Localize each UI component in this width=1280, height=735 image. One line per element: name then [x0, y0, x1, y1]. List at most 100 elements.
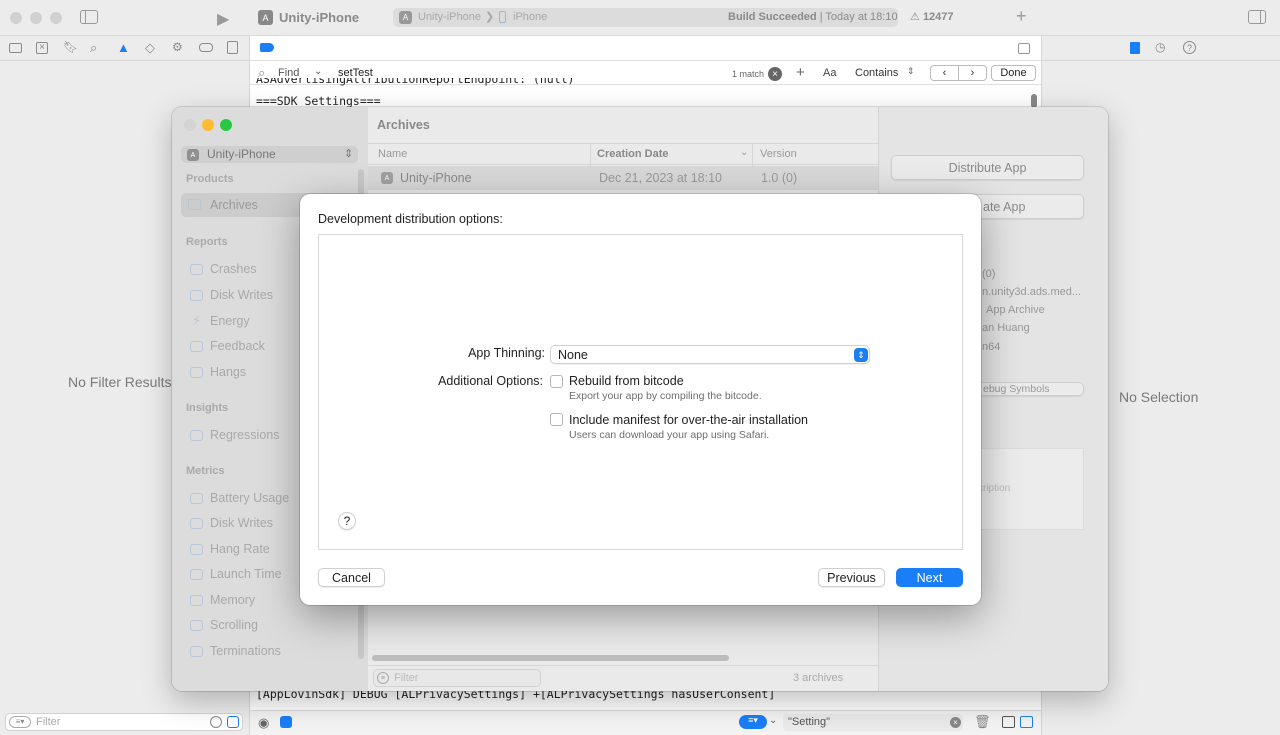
rebuild-bitcode-desc: Export your app by compiling the bitcode…: [569, 390, 762, 402]
sidebar-item-terminations[interactable]: Terminations: [210, 644, 281, 658]
sidebar-item-hang-rate[interactable]: Hang Rate: [210, 542, 270, 556]
description-field[interactable]: cription: [977, 448, 1084, 530]
split-right-icon[interactable]: [1020, 716, 1033, 728]
column-creation-date[interactable]: Creation Date: [597, 148, 669, 160]
list-horizontal-scrollbar[interactable]: [372, 655, 729, 661]
trash-icon[interactable]: 🗑︎: [974, 714, 991, 730]
scheme-name[interactable]: Unity-iPhone: [418, 11, 481, 23]
sort-descending-icon[interactable]: ⌄: [740, 147, 748, 158]
energy-icon: ⚡︎: [192, 313, 202, 328]
scheme-selector[interactable]: A Unity-iPhone ⇕: [181, 146, 358, 163]
organizer-close-light[interactable]: [184, 119, 196, 131]
sidebar-item-feedback[interactable]: Feedback: [210, 339, 265, 353]
detail-arch: n64: [982, 341, 1001, 353]
sidebar-item-hangs[interactable]: Hangs: [210, 365, 246, 379]
console-filter-icon[interactable]: ≡▾: [739, 715, 767, 729]
close-light-inactive[interactable]: [10, 12, 22, 24]
previous-button[interactable]: Previous: [818, 568, 885, 587]
next-button[interactable]: Next: [896, 568, 963, 587]
zoom-light-inactive[interactable]: [50, 12, 62, 24]
add-pattern-icon[interactable]: +: [796, 64, 805, 81]
issue-warning-icon[interactable]: ▲: [117, 40, 131, 55]
find-previous-icon[interactable]: ‹: [930, 65, 959, 81]
build-status-bold: Build Succeeded: [728, 11, 817, 23]
eye-icon[interactable]: ◉: [258, 715, 269, 731]
contains-selector[interactable]: Contains: [855, 67, 898, 79]
breakpoint-icon[interactable]: [199, 43, 213, 52]
sidebar-toggle-icon[interactable]: [80, 10, 98, 24]
source-control-icon[interactable]: ×: [36, 42, 48, 54]
archives-filter[interactable]: ≡ Filter: [373, 669, 541, 687]
scheme-selector-chevron-icon: ⇕: [344, 148, 354, 160]
clear-search-icon[interactable]: ×: [768, 67, 782, 81]
app-thinning-select[interactable]: None ⇕: [550, 345, 870, 364]
console-filter-chevron-icon[interactable]: ⌄: [769, 715, 781, 729]
quick-help-icon[interactable]: ?: [1183, 41, 1196, 54]
table-row[interactable]: A Unity-iPhone Dec 21, 2023 at 18:10 1.0…: [368, 166, 878, 190]
split-left-icon[interactable]: [1002, 716, 1015, 728]
xcode-app-icon: A: [258, 10, 273, 25]
column-version[interactable]: Version: [760, 148, 797, 160]
description-placeholder: cription: [978, 483, 1011, 494]
recent-filter-icon[interactable]: [210, 716, 222, 728]
organizer-minimize-light[interactable]: [202, 119, 214, 131]
run-icon[interactable]: ▶: [217, 9, 229, 29]
archive-box-icon: [188, 199, 201, 210]
console-filter-value[interactable]: "Setting": [788, 716, 830, 728]
variables-toggle-icon[interactable]: [280, 716, 292, 728]
build-status: Build Succeeded | Today at 18:10: [728, 11, 898, 23]
console-clear-filter-icon[interactable]: ×: [950, 717, 961, 728]
cancel-button[interactable]: Cancel: [318, 568, 385, 587]
sidebar-item-battery-usage[interactable]: Battery Usage: [210, 491, 289, 505]
organizer-zoom-light[interactable]: [220, 119, 232, 131]
filter-options-icon[interactable]: ≡▾: [9, 716, 31, 728]
search-icon[interactable]: ⌕: [90, 40, 104, 55]
navigator-filter[interactable]: ≡▾ Filter: [5, 713, 243, 731]
sidebar-item-energy[interactable]: Energy: [210, 314, 250, 328]
console-scrollbar[interactable]: [1031, 94, 1037, 108]
column-name[interactable]: Name: [378, 148, 407, 160]
rebuild-bitcode-title[interactable]: Rebuild from bitcode: [569, 374, 684, 388]
add-tab-icon[interactable]: +: [1016, 6, 1027, 27]
dialog-heading: Development distribution options:: [318, 212, 503, 226]
bookmark-icon[interactable]: 🔖︎: [63, 40, 78, 54]
warning-count[interactable]: ⚠ 12477: [910, 10, 954, 23]
folder-icon[interactable]: [9, 43, 22, 53]
find-next-icon[interactable]: ›: [958, 65, 987, 81]
include-manifest-checkbox[interactable]: [550, 413, 563, 426]
find-done-button[interactable]: Done: [991, 65, 1036, 81]
contains-chevron-icon[interactable]: ⇕: [907, 66, 915, 77]
console-line-partial-text: ASAdvertisingAttributionReportEndpoint: …: [256, 78, 575, 86]
report-icon[interactable]: [227, 41, 238, 54]
help-button[interactable]: ?: [338, 512, 356, 530]
file-inspector-icon[interactable]: [1130, 42, 1140, 54]
include-manifest-title[interactable]: Include manifest for over-the-air instal…: [569, 413, 808, 427]
scheme-icon: A: [399, 11, 412, 24]
archives-filter-icon: ≡: [377, 672, 389, 684]
warning-icon: ⚠: [910, 11, 920, 23]
sidebar-item-label: Archives: [210, 198, 258, 212]
sidebar-item-crashes[interactable]: Crashes: [210, 262, 257, 276]
rebuild-bitcode-checkbox[interactable]: [550, 375, 563, 388]
device-name[interactable]: iPhone: [513, 11, 547, 23]
sidebar-item-memory[interactable]: Memory: [210, 593, 255, 607]
scope-filter-icon[interactable]: [227, 716, 239, 728]
sidebar-item-disk-writes[interactable]: Disk Writes: [210, 288, 273, 302]
find-mode-chevron-icon[interactable]: ⌄: [314, 66, 322, 77]
minimap-icon[interactable]: [1018, 43, 1030, 54]
inspector-toggle-icon[interactable]: [1248, 10, 1266, 24]
history-inspector-icon[interactable]: ◷: [1155, 40, 1165, 54]
row-version: 1.0 (0): [761, 171, 798, 185]
sidebar-item-regressions[interactable]: Regressions: [210, 428, 279, 442]
test-icon[interactable]: ◇: [145, 40, 159, 55]
sidebar-item-launch-time[interactable]: Launch Time: [210, 567, 282, 581]
download-debug-symbols-button[interactable]: ebug Symbols: [977, 382, 1084, 396]
case-toggle[interactable]: Aa: [823, 67, 836, 79]
sidebar-item-disk-writes-metric[interactable]: Disk Writes: [210, 516, 273, 530]
sidebar-item-scrolling[interactable]: Scrolling: [210, 618, 258, 632]
additional-options-label: Additional Options:: [438, 374, 543, 388]
debug-icon[interactable]: ⚙: [172, 40, 186, 54]
distribute-app-button[interactable]: Distribute App: [891, 155, 1084, 180]
options-box: App Thinning: None ⇕ Additional Options:…: [318, 234, 963, 550]
minimize-light-inactive[interactable]: [30, 12, 42, 24]
